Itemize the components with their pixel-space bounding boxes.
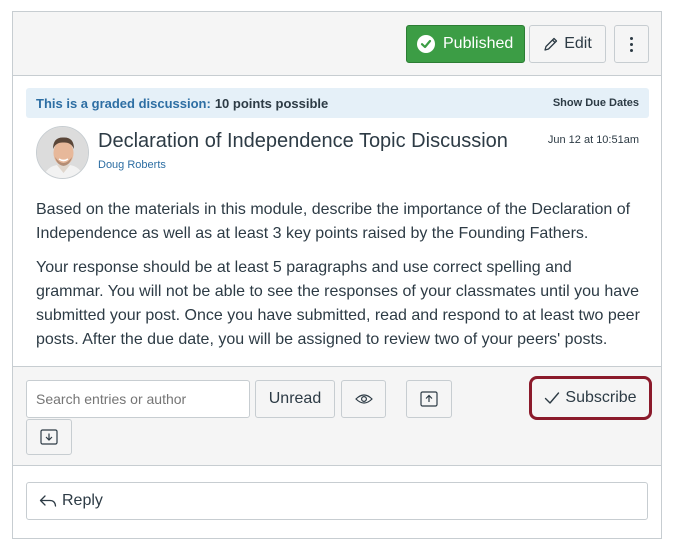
more-options-button[interactable] (614, 25, 649, 63)
points-possible: 10 points possible (214, 95, 329, 111)
published-button[interactable]: Published (406, 25, 525, 63)
topic-paragraph: Your response should be at least 5 parag… (36, 259, 640, 348)
topic-paragraph: Based on the materials in this module, d… (36, 201, 631, 242)
graded-discussion-banner: This is a graded discussion: 10 points p… (26, 88, 649, 118)
pencil-icon (544, 37, 558, 51)
search-input[interactable] (26, 380, 250, 418)
show-due-dates-link[interactable]: Show Due Dates (553, 97, 639, 109)
topic-title: Declaration of Independence Topic Discus… (98, 130, 508, 152)
edit-button[interactable]: Edit (529, 25, 606, 63)
author-name-link[interactable]: Doug Roberts (98, 159, 166, 171)
expand-icon (40, 429, 58, 445)
subscribe-label: Subscribe (565, 389, 637, 406)
edit-label: Edit (564, 35, 592, 52)
expand-all-button[interactable] (26, 419, 72, 455)
check-circle-icon (417, 35, 435, 53)
graded-banner-lead: This is a graded discussion: (36, 95, 211, 111)
published-label: Published (443, 35, 514, 52)
author-avatar-icon (37, 127, 88, 178)
header-toolbar: Published Edit (13, 12, 661, 76)
collapse-icon (420, 391, 438, 407)
checkmark-icon (545, 392, 560, 404)
eye-icon (354, 394, 373, 404)
unread-button[interactable]: Unread (255, 380, 335, 418)
post-timestamp: Jun 12 at 10:51am (547, 134, 639, 146)
collapse-all-button[interactable] (406, 380, 452, 418)
reply-label: Reply (62, 492, 103, 509)
reply-button[interactable]: Reply (26, 482, 648, 520)
mark-read-button[interactable] (341, 380, 386, 418)
reply-arrow-icon (39, 495, 57, 507)
discussion-frame: Published Edit This is a graded discussi… (12, 11, 662, 539)
avatar[interactable] (36, 126, 89, 179)
topic-body: Based on the materials in this module, d… (36, 198, 641, 362)
subscribe-button[interactable]: Subscribe (533, 380, 648, 416)
discussion-toolbar: Unread Subscribe (13, 366, 661, 466)
kebab-icon (630, 36, 633, 52)
